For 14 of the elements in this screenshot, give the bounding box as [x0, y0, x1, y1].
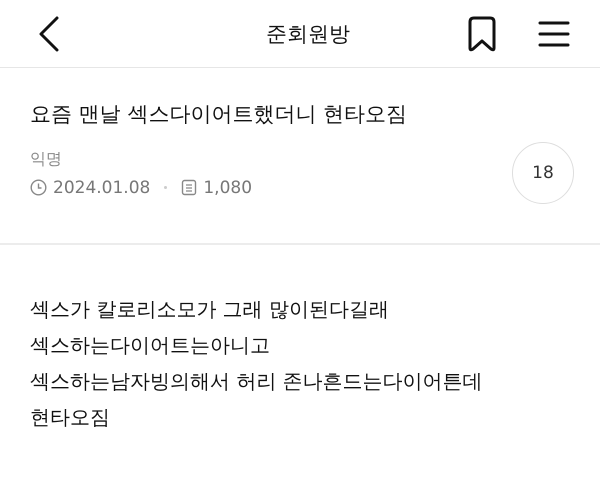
separator-dot — [164, 186, 168, 189]
menu-icon[interactable] — [538, 20, 570, 48]
comment-count[interactable]: 18 — [512, 142, 574, 204]
page-title: 준회원방 — [265, 20, 351, 48]
post-title: 요즘 맨날 섹스다이어트했더니 현타오짐 — [30, 101, 408, 128]
bookmark-icon[interactable] — [466, 16, 498, 52]
body-paragraph: 섹스하는남자빙의해서 허리 존나흔드는다이어튼데 현타오짐 — [30, 368, 484, 431]
author-name: 익명 — [30, 148, 63, 170]
view-count: 1,080 — [203, 178, 252, 198]
post-date: 2024.01.08 — [53, 178, 150, 198]
back-icon[interactable] — [38, 16, 60, 52]
body-paragraph: 섹스가 칼로리소모가 그래 많이된다길래 섹스하는다이어트는아니고 — [30, 296, 390, 359]
clock-icon — [30, 179, 47, 196]
document-icon — [181, 179, 198, 196]
